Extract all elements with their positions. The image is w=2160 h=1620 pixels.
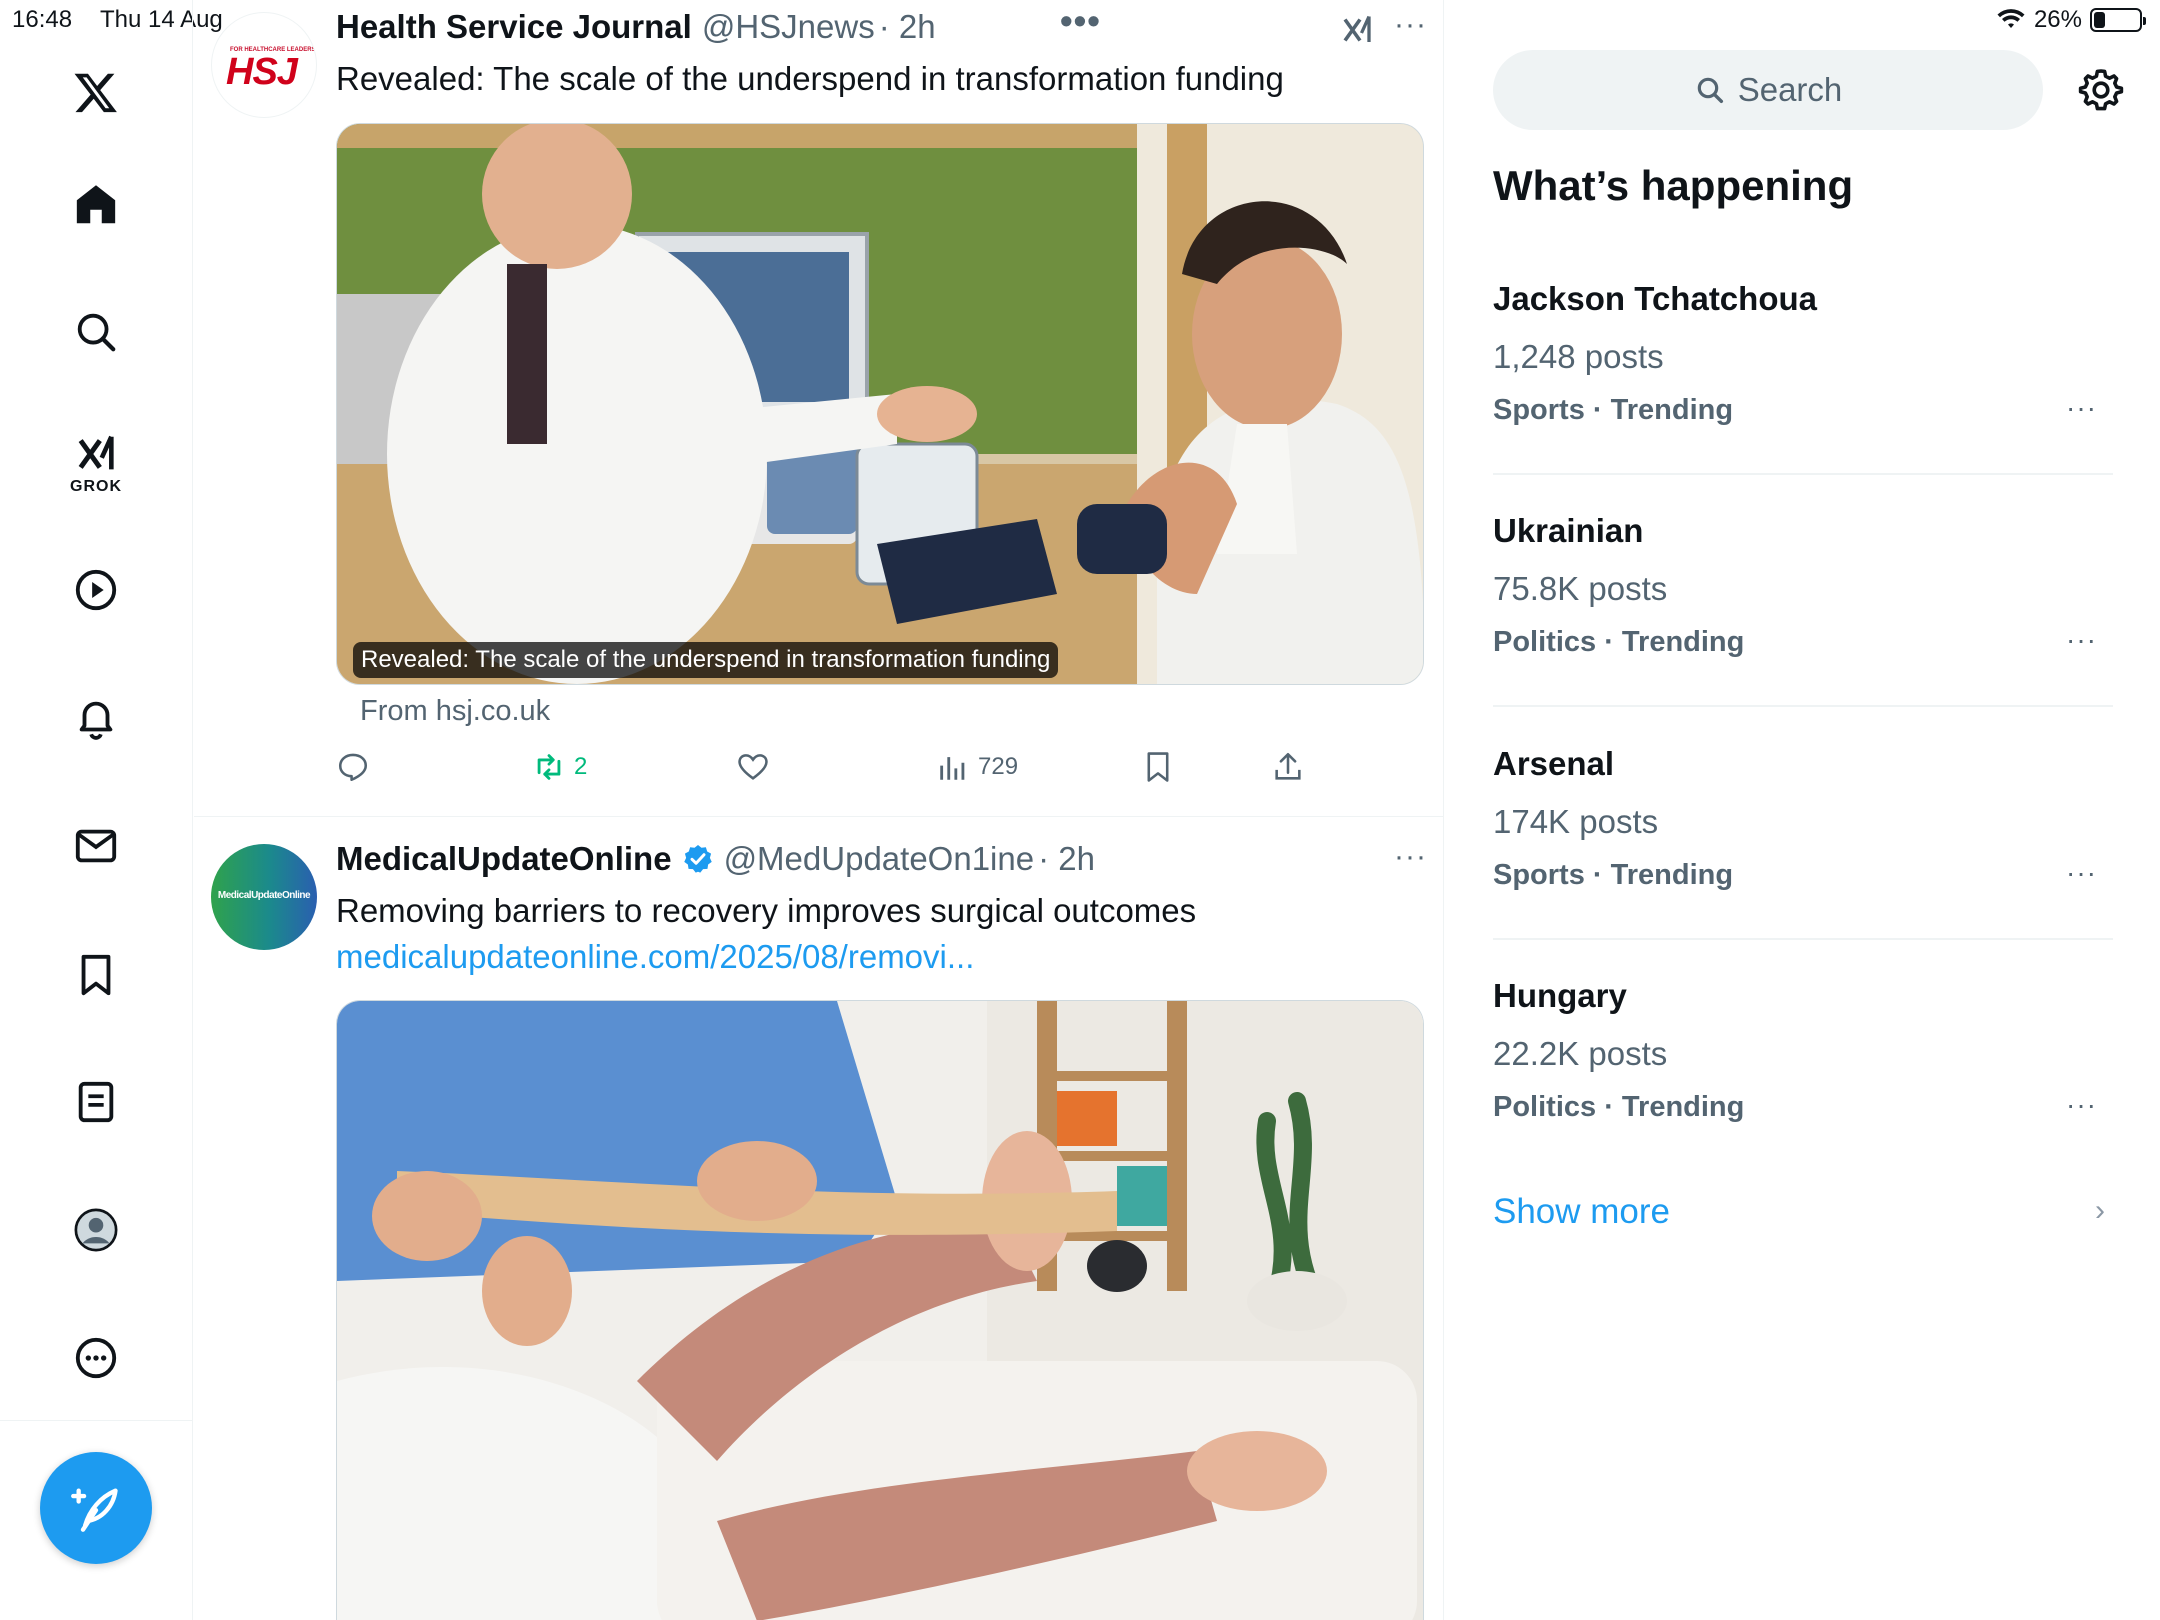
trend-posts: 22.2K posts	[1493, 1035, 1668, 1072]
author-name[interactable]: Health Service Journal	[336, 8, 692, 46]
avatar[interactable]: FOR HEALTHCARE LEADERS HSJ	[211, 12, 317, 118]
trend-category: Politics · Trending	[1493, 1091, 1745, 1123]
right-sidebar: Search What’s happening Jackson Tchatcho…	[1445, 0, 2160, 1620]
home-icon[interactable]	[66, 175, 126, 235]
trend-item[interactable]: Hungary 22.2K posts Politics · Trending …	[1493, 977, 2113, 1209]
show-more-link[interactable]: Show more	[1493, 1192, 1670, 1232]
tweet-media-image[interactable]	[336, 1000, 1424, 1620]
left-nav: GROK	[0, 0, 193, 1620]
media-caption: Revealed: The scale of the underspend in…	[353, 642, 1059, 678]
trend-divider	[1493, 705, 2113, 707]
trend-more-icon[interactable]: ···	[2066, 392, 2097, 424]
trend-name: Arsenal	[1493, 745, 1615, 782]
trend-item[interactable]: Ukrainian 75.8K posts Politics · Trendin…	[1493, 512, 2113, 744]
heart-icon	[738, 754, 768, 780]
tweet-link[interactable]: medicalupdateonline.com/2025/08/removi..…	[336, 938, 974, 976]
like-button[interactable]	[736, 750, 778, 784]
retweet-icon	[537, 754, 561, 780]
notifications-icon[interactable]	[66, 688, 126, 748]
trend-posts: 75.8K posts	[1493, 570, 1668, 607]
grok-icon[interactable]	[66, 424, 126, 484]
trend-item[interactable]: Arsenal 174K posts Sports · Trending ···	[1493, 745, 2113, 977]
trend-name: Hungary	[1493, 977, 1627, 1014]
tweet-actions: 2 729	[336, 750, 1336, 794]
trend-posts: 174K posts	[1493, 803, 1659, 840]
bookmark-icon	[1147, 752, 1169, 782]
tweet-header: Health Service Journal @HSJnews · 2h	[336, 8, 936, 46]
compose-button[interactable]	[40, 1452, 152, 1564]
search-placeholder: Search	[1737, 71, 1843, 108]
share-icon	[1275, 752, 1301, 780]
trend-item[interactable]: Jackson Tchatchoua 1,248 posts Sports · …	[1493, 280, 2113, 512]
grok-label: GROK	[70, 478, 122, 495]
clinic-blood-pressure-photo	[337, 124, 1423, 684]
tweet-divider	[194, 816, 1443, 817]
reply-button[interactable]	[336, 750, 378, 784]
trend-divider	[1493, 938, 2113, 940]
avatar-hsj-logo: HSJ	[226, 51, 298, 93]
trend-posts: 1,248 posts	[1493, 338, 1664, 375]
tweet-more-icon[interactable]: ···	[1394, 8, 1427, 42]
tweet-text: Removing barriers to recovery improves s…	[336, 892, 1197, 929]
timeline-feed: FOR HEALTHCARE LEADERS HSJ Health Servic…	[194, 0, 1444, 1620]
tweet-hsj[interactable]: FOR HEALTHCARE LEADERS HSJ Health Servic…	[194, 0, 1443, 818]
trend-category: Politics · Trending	[1493, 626, 1745, 658]
trend-category: Sports · Trending	[1493, 394, 1734, 426]
tweet-media-card[interactable]: Revealed: The scale of the underspend in…	[336, 123, 1424, 685]
trend-name: Jackson Tchatchoua	[1493, 280, 1817, 317]
link-source[interactable]: From hsj.co.uk	[360, 695, 550, 728]
share-button[interactable]	[1271, 750, 1305, 784]
avatar-logo-text: MedicalUpdateOnline	[217, 890, 311, 901]
video-icon[interactable]	[66, 560, 126, 620]
search-input[interactable]: Search	[1493, 50, 2043, 130]
reply-icon	[338, 753, 368, 782]
author-handle[interactable]: @HSJnews	[702, 8, 875, 46]
author-handle[interactable]: @MedUpdateOn1ine	[724, 840, 1035, 878]
search-icon	[1697, 77, 1723, 104]
messages-icon[interactable]	[66, 816, 126, 876]
window-handle-dots[interactable]: •••	[1060, 0, 1101, 42]
verified-badge-icon	[683, 845, 712, 873]
tweet-medicalupdate[interactable]: MedicalUpdateOnline MedicalUpdateOnline …	[194, 818, 1443, 1620]
avatar[interactable]: MedicalUpdateOnline	[211, 844, 317, 950]
gear-icon[interactable]	[2077, 66, 2125, 114]
bookmark-button[interactable]	[1141, 750, 1175, 784]
search-icon[interactable]	[66, 302, 126, 362]
trend-more-icon[interactable]: ···	[2066, 857, 2097, 889]
physio-leg-stretch-photo	[337, 1001, 1423, 1620]
tweet-more-icon[interactable]: ···	[1394, 840, 1427, 874]
more-icon[interactable]	[66, 1328, 126, 1388]
views-button[interactable]: 729	[936, 750, 1018, 784]
tweet-time: · 2h	[1038, 840, 1095, 877]
compose-icon	[71, 1488, 118, 1532]
retweet-button[interactable]: 2	[532, 750, 587, 784]
tweet-text: Revealed: The scale of the underspend in…	[336, 60, 1284, 97]
views-icon	[940, 757, 965, 780]
x-logo-icon[interactable]	[66, 62, 126, 122]
lists-icon[interactable]	[66, 1072, 126, 1132]
bookmarks-icon[interactable]	[66, 945, 126, 1005]
views-count: 729	[978, 753, 1019, 780]
whats-happening-title: What’s happening	[1493, 162, 1854, 209]
trend-name: Ukrainian	[1493, 512, 1644, 549]
trend-more-icon[interactable]: ···	[2066, 1089, 2097, 1121]
trend-divider	[1493, 473, 2113, 475]
tweet-time: · 2h	[878, 8, 936, 45]
trend-category: Sports · Trending	[1493, 859, 1734, 891]
grok-tweet-icon[interactable]	[1339, 12, 1375, 48]
retweet-count: 2	[574, 753, 588, 780]
chevron-right-icon[interactable]: ›	[2095, 1194, 2105, 1228]
profile-icon[interactable]	[66, 1200, 126, 1260]
nav-divider	[0, 1420, 193, 1421]
tweet-header: MedicalUpdateOnline @MedUpdateOn1ine · 2…	[336, 840, 1095, 878]
trend-more-icon[interactable]: ···	[2066, 624, 2097, 656]
author-name[interactable]: MedicalUpdateOnline	[336, 840, 672, 878]
